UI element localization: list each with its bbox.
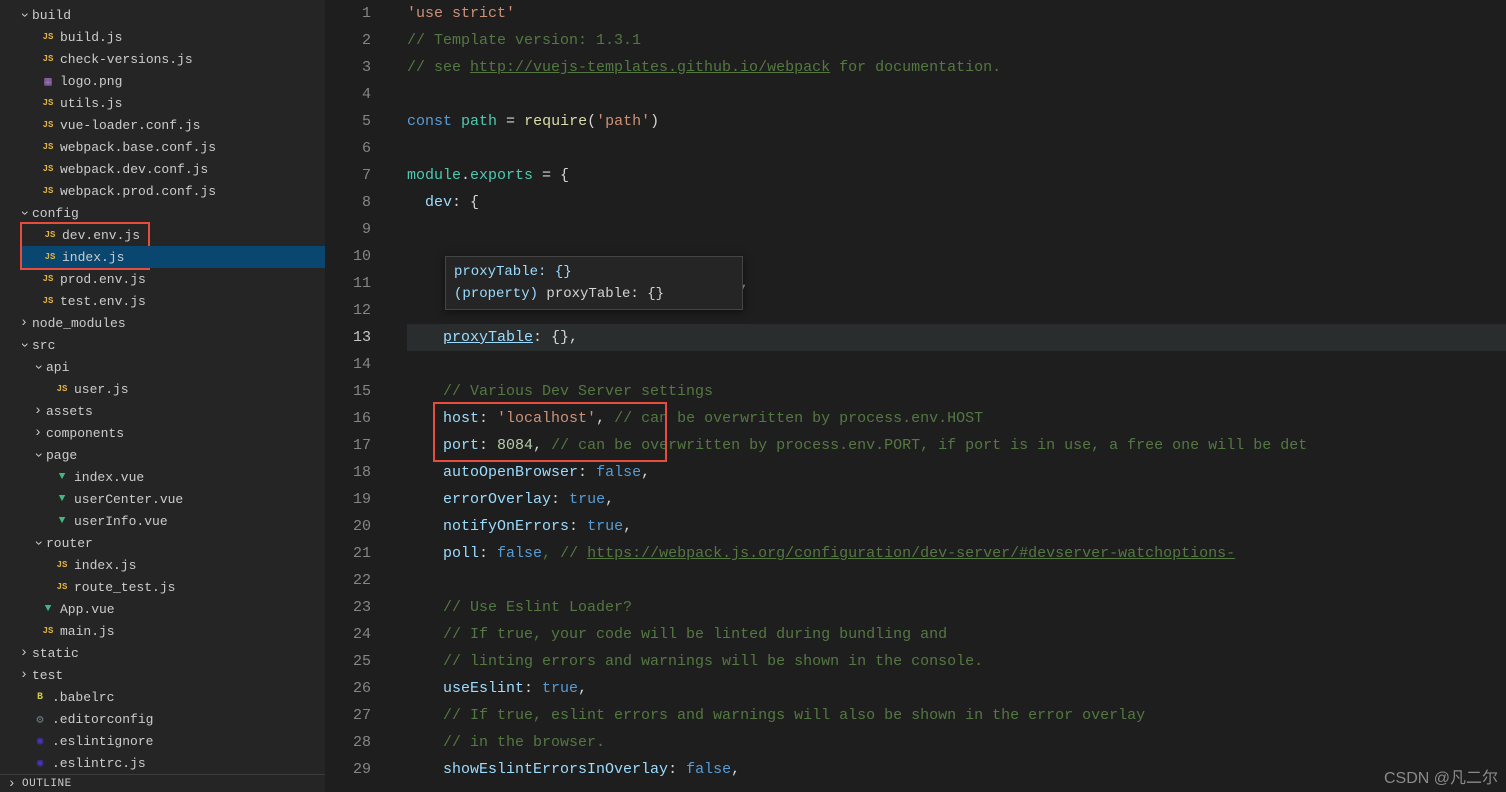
chevron-down-icon [30,359,46,375]
file-router-index[interactable]: index.js [0,554,325,576]
file-userinfo-vue[interactable]: userInfo.vue [0,510,325,532]
file-babelrc[interactable]: .babelrc [0,686,325,708]
file-user-js[interactable]: user.js [0,378,325,400]
vue-icon [40,601,56,617]
highlight-annotation: dev.env.js index.js [20,222,150,270]
file-test-env[interactable]: test.env.js [0,290,325,312]
eslint-icon [32,733,48,749]
file-usercenter-vue[interactable]: userCenter.vue [0,488,325,510]
js-icon [40,161,56,177]
folder-assets[interactable]: assets [0,400,325,422]
chevron-down-icon [30,535,46,551]
vue-icon [54,469,70,485]
chevron-right-icon [30,403,46,419]
js-icon [54,579,70,595]
chevron-right-icon [16,645,32,661]
file-utils-js[interactable]: utils.js [0,92,325,114]
folder-api[interactable]: api [0,356,325,378]
folder-page[interactable]: page [0,444,325,466]
chevron-down-icon [16,337,32,353]
file-editorconfig[interactable]: .editorconfig [0,708,325,730]
vue-icon [54,513,70,529]
file-logo-png[interactable]: logo.png [0,70,325,92]
chevron-right-icon [16,667,32,683]
folder-node-modules[interactable]: node_modules [0,312,325,334]
js-icon [40,29,56,45]
chevron-down-icon [16,205,32,221]
file-index-vue[interactable]: index.vue [0,466,325,488]
line-gutter: 1234567891011121314151617181920212223242… [325,0,385,783]
file-webpack-base[interactable]: webpack.base.conf.js [0,136,325,158]
gear-icon [32,711,48,727]
chevron-right-icon [30,425,46,441]
file-eslintrc[interactable]: .eslintrc.js [0,752,325,774]
file-tree: build build.js check-versions.js logo.pn… [0,0,325,774]
chevron-right-icon [16,315,32,331]
js-icon [40,271,56,287]
file-index-js[interactable]: index.js [22,246,325,268]
folder-build[interactable]: build [0,4,325,26]
js-icon [40,95,56,111]
file-eslintignore[interactable]: .eslintignore [0,730,325,752]
js-icon [40,51,56,67]
editor-area[interactable]: 1234567891011121314151617181920212223242… [325,0,1506,792]
js-icon [40,293,56,309]
folder-config[interactable]: config [0,202,325,224]
chevron-down-icon [16,7,32,23]
file-app-vue[interactable]: App.vue [0,598,325,620]
babel-icon [32,689,48,705]
folder-src[interactable]: src [0,334,325,356]
image-icon [40,73,56,89]
folder-components[interactable]: components [0,422,325,444]
folder-router[interactable]: router [0,532,325,554]
code-content[interactable]: 'use strict' // Template version: 1.3.1 … [407,0,1506,783]
folder-test[interactable]: test [0,664,325,686]
js-icon [54,381,70,397]
js-icon [40,183,56,199]
chevron-down-icon [30,447,46,463]
chevron-right-icon [4,776,20,792]
js-icon [54,557,70,573]
file-build-js[interactable]: build.js [0,26,325,48]
sidebar: build build.js check-versions.js logo.pn… [0,0,325,792]
highlight-annotation-code [433,402,667,462]
watermark: CSDN @凡二尔 [1384,764,1498,788]
file-prod-env[interactable]: prod.env.js [0,268,325,290]
file-main-js[interactable]: main.js [0,620,325,642]
file-dev-env[interactable]: dev.env.js [22,224,148,246]
file-webpack-prod[interactable]: webpack.prod.conf.js [0,180,325,202]
file-vue-loader[interactable]: vue-loader.conf.js [0,114,325,136]
js-icon [40,117,56,133]
js-icon [40,623,56,639]
js-icon [42,227,58,243]
outline-section[interactable]: OUTLINE [0,774,325,792]
js-icon [42,249,58,265]
file-webpack-dev[interactable]: webpack.dev.conf.js [0,158,325,180]
file-check-versions[interactable]: check-versions.js [0,48,325,70]
js-icon [40,139,56,155]
hover-tooltip: proxyTable: {} (property) proxyTable: {} [445,256,743,310]
folder-static[interactable]: static [0,642,325,664]
eslint-icon [32,755,48,771]
vue-icon [54,491,70,507]
file-route-test[interactable]: route_test.js [0,576,325,598]
